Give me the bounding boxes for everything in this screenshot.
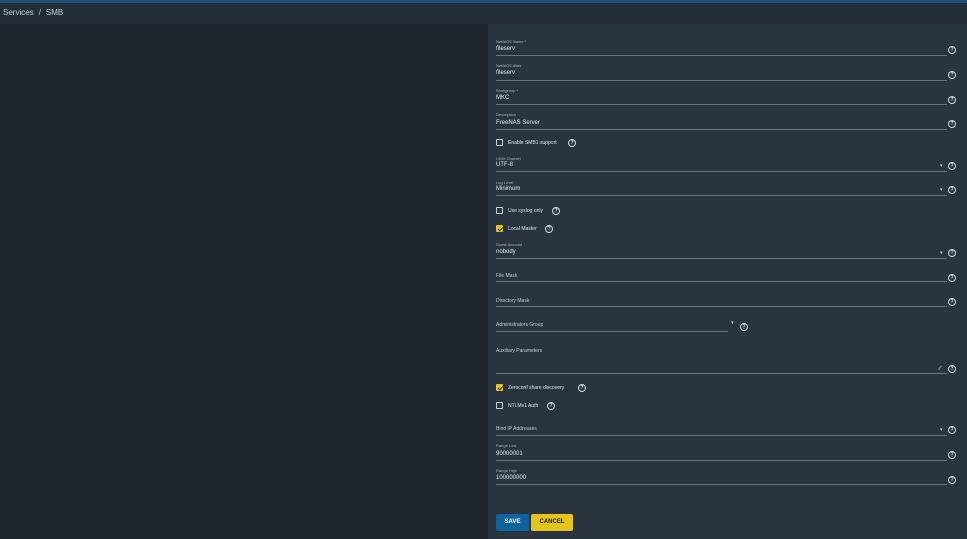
netbios-name-underline (496, 55, 947, 56)
netbios-name-field[interactable]: NetBIOS Name * fileserv (496, 38, 947, 56)
administrators-group-input[interactable]: Administrators Group (496, 322, 543, 328)
administrators-group-caret-down-icon[interactable]: ▾ (731, 321, 734, 326)
left-empty-area (0, 24, 488, 539)
description-label: Description (496, 112, 517, 117)
bind-ip-help-icon[interactable]: ? (948, 426, 956, 434)
zeroconf-help-icon[interactable]: ? (578, 384, 586, 392)
unix-charset-underline (496, 171, 947, 172)
guest-account-select[interactable]: Guest Account nobody (496, 241, 947, 259)
local-master-checkbox[interactable]: Local Master (496, 225, 551, 233)
netbios-name-help-icon[interactable]: ? (948, 46, 956, 54)
workgroup-label: Workgroup * (496, 88, 519, 93)
breadcrumb: Services / SMB (0, 3, 967, 24)
auxiliary-parameters-help-icon[interactable]: ? (948, 365, 956, 373)
breadcrumb-separator: / (38, 8, 41, 17)
enable-smb1-box[interactable] (496, 139, 503, 146)
guest-account-caret-down-icon[interactable]: ▾ (940, 251, 943, 256)
zeroconf-label: Zeroconf share discovery (508, 385, 565, 391)
ntlmv1-help-icon[interactable]: ? (547, 402, 555, 410)
directory-mask-input[interactable]: Directory Mask (496, 298, 529, 304)
range-low-underline (496, 460, 947, 461)
range-low-label: Range Low (496, 443, 517, 448)
smb-settings-form: NetBIOS Name * fileserv ? NetBIOS Alias … (488, 24, 967, 539)
ntlmv1-checkbox[interactable]: NTLMv1 Auth (496, 402, 551, 410)
netbios-name-label: NetBIOS Name * (496, 39, 527, 44)
log-level-select[interactable]: Log Level Minimum (496, 179, 947, 197)
range-high-field[interactable]: Range High 100000000 (496, 467, 947, 485)
guest-account-help-icon[interactable]: ? (948, 249, 956, 257)
auxiliary-parameters-input[interactable]: Auxiliary Parameters (496, 348, 542, 354)
auxiliary-parameters-underline (496, 373, 947, 374)
file-mask-help-icon[interactable]: ? (948, 274, 956, 282)
log-level-caret-down-icon[interactable]: ▾ (940, 188, 943, 193)
unix-charset-caret-down-icon[interactable]: ▾ (940, 164, 943, 169)
bind-ip-underline (496, 435, 947, 436)
range-high-input[interactable]: 100000000 (496, 475, 526, 481)
use-syslog-help-icon[interactable]: ? (552, 207, 560, 215)
range-low-help-icon[interactable]: ? (948, 451, 956, 459)
ntlmv1-label: NTLMv1 Auth (508, 403, 539, 409)
log-level-underline (496, 195, 947, 196)
workgroup-help-icon[interactable]: ? (948, 96, 956, 104)
log-level-help-icon[interactable]: ? (948, 186, 956, 194)
netbios-name-input[interactable]: fileserv (496, 46, 515, 52)
file-mask-underline (496, 281, 947, 282)
range-high-help-icon[interactable]: ? (948, 476, 956, 484)
zeroconf-box[interactable] (496, 384, 503, 391)
directory-mask-help-icon[interactable]: ? (948, 298, 956, 306)
unix-charset-label: UNIX Charset (496, 156, 521, 161)
netbios-alias-input[interactable]: fileserv (496, 70, 515, 76)
local-master-label: Local Master (508, 226, 537, 232)
unix-charset-help-icon[interactable]: ? (948, 162, 956, 170)
log-level-value: Minimum (496, 186, 521, 192)
range-low-input[interactable]: 90000001 (496, 451, 523, 457)
administrators-group-underline (496, 331, 728, 332)
use-syslog-box[interactable] (496, 207, 503, 214)
bind-ip-caret-down-icon[interactable]: ▾ (940, 428, 943, 433)
log-level-label: Log Level (496, 180, 514, 185)
enable-smb1-label: Enable SMB1 support (508, 140, 557, 146)
directory-mask-field[interactable]: Directory Mask (496, 295, 947, 308)
range-high-underline (496, 484, 947, 485)
administrators-group-field[interactable]: Administrators Group (496, 319, 728, 332)
file-mask-field[interactable]: File Mask (496, 270, 947, 283)
cancel-button[interactable]: CANCEL (531, 514, 573, 531)
ntlmv1-box[interactable] (496, 402, 503, 409)
guest-account-underline (496, 258, 947, 259)
use-syslog-checkbox[interactable]: Use syslog only (496, 207, 556, 215)
local-master-help-icon[interactable]: ? (545, 225, 553, 233)
netbios-alias-help-icon[interactable]: ? (948, 71, 956, 79)
zeroconf-checkbox[interactable]: Zeroconf share discovery (496, 384, 576, 392)
administrators-group-help-icon[interactable]: ? (740, 323, 748, 331)
range-low-field[interactable]: Range Low 90000001 (496, 442, 947, 461)
breadcrumb-services-link[interactable]: Services (3, 8, 34, 17)
range-high-label: Range High (496, 468, 518, 473)
use-syslog-label: Use syslog only (508, 208, 544, 214)
workgroup-input[interactable]: MKC (496, 95, 509, 101)
netbios-alias-label: NetBIOS Alias (496, 63, 522, 68)
auxiliary-parameters-textarea[interactable]: Auxiliary Parameters (496, 346, 947, 374)
description-help-icon[interactable]: ? (948, 120, 956, 128)
netbios-alias-field[interactable]: NetBIOS Alias fileserv (496, 62, 947, 81)
unix-charset-select[interactable]: UNIX Charset UTF-8 (496, 155, 947, 173)
guest-account-value: nobody (496, 249, 516, 255)
enable-smb1-help-icon[interactable]: ? (568, 139, 576, 147)
description-underline (496, 129, 947, 130)
textarea-resize-handle-icon[interactable]: ∕∕ (939, 366, 941, 372)
bind-ip-select[interactable]: Bind IP Addresses (496, 423, 947, 436)
description-input[interactable]: FreeNAS Server (496, 120, 540, 126)
bind-ip-input[interactable]: Bind IP Addresses (496, 426, 537, 432)
workgroup-field[interactable]: Workgroup * MKC (496, 87, 947, 105)
directory-mask-underline (496, 306, 947, 307)
unix-charset-value: UTF-8 (496, 162, 513, 168)
workgroup-underline (496, 104, 947, 105)
save-button[interactable]: SAVE (496, 514, 529, 531)
guest-account-label: Guest Account (496, 242, 523, 247)
description-field[interactable]: Description FreeNAS Server (496, 111, 947, 130)
netbios-alias-underline (496, 80, 947, 81)
local-master-box[interactable] (496, 225, 503, 232)
file-mask-input[interactable]: File Mask (496, 273, 517, 279)
breadcrumb-current: SMB (45, 8, 64, 17)
